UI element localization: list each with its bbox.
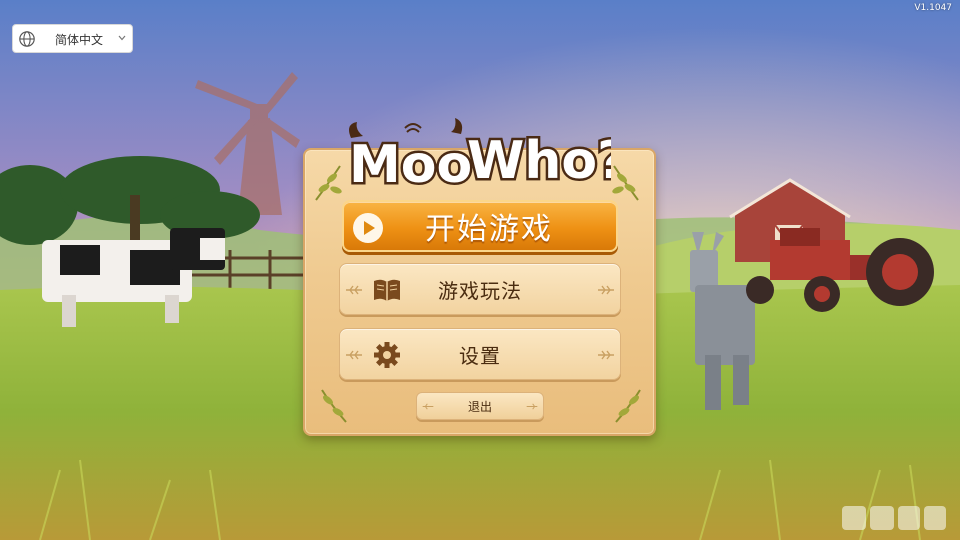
language-value: 简体中文 <box>55 33 104 47</box>
sprig-icon <box>526 403 538 410</box>
exit-label: 退出 <box>467 399 492 414</box>
version-label: V1.1047 <box>914 3 952 13</box>
chevron-down-icon <box>118 35 126 41</box>
sprig-icon <box>598 350 614 360</box>
svg-text:Moo: Moo <box>349 135 472 195</box>
play-icon <box>353 213 383 243</box>
watermark-logo <box>842 506 946 530</box>
how-to-play-label: 游戏玩法 <box>438 278 522 303</box>
sprig-icon <box>346 350 362 360</box>
how-to-play-button[interactable]: 游戏玩法 <box>339 263 621 315</box>
settings-button[interactable]: 设置 <box>339 328 621 380</box>
sprig-icon <box>598 285 614 295</box>
start-game-button[interactable]: 开始游戏 <box>342 200 618 252</box>
sprig-icon <box>346 285 362 295</box>
globe-icon <box>19 31 35 47</box>
start-game-label: 开始游戏 <box>425 212 553 247</box>
leaf-decoration-icon <box>321 389 347 423</box>
language-select[interactable]: 简体中文 <box>12 24 133 53</box>
exit-button[interactable]: 退出 <box>416 392 544 420</box>
book-icon <box>374 279 400 301</box>
game-logo: Moo Who? <box>347 118 611 196</box>
settings-label: 设置 <box>459 343 501 368</box>
sprig-icon <box>422 403 434 410</box>
gear-icon <box>374 342 400 368</box>
svg-text:Who?: Who? <box>467 131 611 191</box>
leaf-decoration-icon <box>615 389 641 423</box>
